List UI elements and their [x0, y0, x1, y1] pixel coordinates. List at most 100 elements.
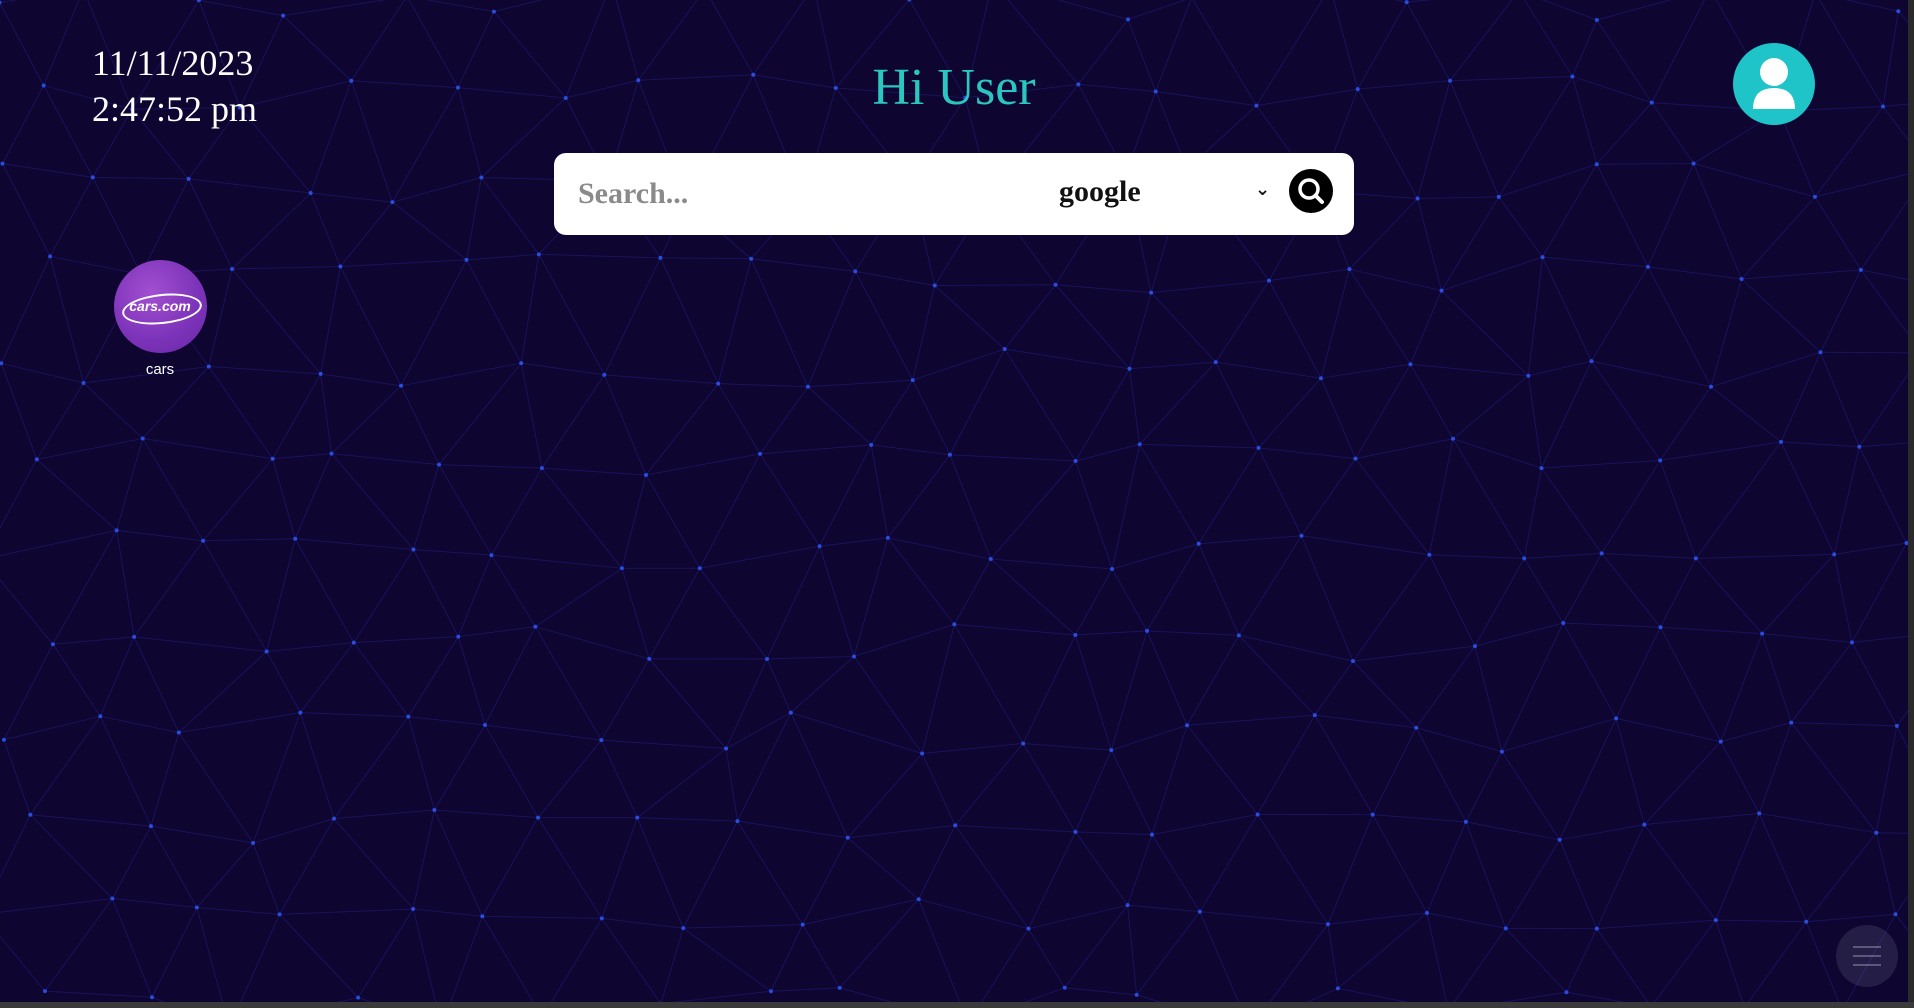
- mesh-node: [1599, 551, 1604, 556]
- mesh-line: [30, 814, 152, 827]
- mesh-node: [148, 824, 153, 829]
- mesh-node: [456, 634, 461, 639]
- mesh-line: [484, 626, 536, 726]
- mesh-line: [1198, 535, 1302, 545]
- vertical-scrollbar[interactable]: [1908, 0, 1914, 1008]
- mesh-line: [481, 817, 539, 917]
- mesh-node: [436, 462, 441, 467]
- mesh-line: [1615, 718, 1645, 825]
- mesh-line: [357, 908, 414, 998]
- mesh-node: [1594, 18, 1599, 23]
- mesh-line: [266, 538, 296, 652]
- shortcut-cars[interactable]: cars.com cars: [110, 260, 210, 378]
- search-input[interactable]: [576, 167, 1010, 221]
- mesh-line: [1715, 919, 1807, 923]
- mesh-line: [737, 712, 792, 822]
- mesh-line: [1741, 278, 1821, 353]
- search-button[interactable]: [1289, 169, 1333, 213]
- mesh-node: [1739, 277, 1744, 282]
- mesh-node: [1760, 631, 1765, 636]
- mesh-node: [176, 730, 181, 735]
- mesh-line: [491, 467, 543, 556]
- mesh-line: [1372, 727, 1417, 815]
- mesh-line: [1559, 824, 1645, 841]
- mesh-node: [1353, 456, 1358, 461]
- mesh-node: [1196, 541, 1201, 546]
- mesh-line: [921, 624, 955, 754]
- mesh-line: [759, 386, 809, 455]
- mesh-line: [1833, 446, 1860, 555]
- mesh-line: [660, 928, 684, 1004]
- mesh-line: [208, 365, 321, 375]
- mesh-line: [150, 825, 198, 908]
- mesh-line: [52, 643, 101, 717]
- user-avatar-icon: [1753, 58, 1795, 109]
- mesh-node: [186, 176, 191, 181]
- mesh-line: [1199, 911, 1242, 1008]
- mesh-node: [851, 654, 856, 659]
- mesh-line: [1110, 630, 1148, 751]
- mesh-line: [1820, 352, 1860, 447]
- mesh-line: [847, 837, 920, 900]
- hamburger-menu-icon[interactable]: [1836, 925, 1898, 987]
- mesh-line: [1074, 568, 1113, 636]
- mesh-node: [788, 710, 793, 715]
- mesh-node: [735, 819, 740, 824]
- mesh-node: [1496, 194, 1501, 199]
- mesh-line: [1449, 928, 1507, 1008]
- mesh-line: [766, 545, 821, 660]
- mesh-line: [44, 898, 113, 992]
- mesh-line: [231, 268, 322, 375]
- mesh-node: [1325, 922, 1330, 927]
- mesh-node: [1213, 360, 1218, 365]
- mesh-line: [413, 549, 459, 637]
- mesh-line: [1023, 742, 1112, 751]
- mesh-line: [1199, 814, 1259, 912]
- mesh-line: [1858, 446, 1907, 544]
- mesh-line: [1215, 361, 1322, 379]
- search-engine-select[interactable]: google ⌄: [1059, 171, 1270, 217]
- mesh-node: [1594, 162, 1599, 167]
- mesh-line: [331, 385, 402, 454]
- shortcut-logo-text: cars.com: [129, 298, 191, 314]
- mesh-line: [807, 379, 913, 388]
- mesh-line: [767, 655, 855, 660]
- mesh-line: [0, 0, 19, 3]
- mesh-line: [1647, 163, 1695, 268]
- mesh-line: [202, 540, 268, 652]
- mesh-line: [320, 266, 341, 374]
- mesh-line: [1349, 268, 1442, 292]
- mesh-node: [988, 557, 993, 562]
- mesh-line: [1858, 363, 1914, 448]
- mesh-node: [1557, 837, 1562, 842]
- mesh-line: [1591, 360, 1661, 461]
- mesh-line: [1833, 554, 1853, 643]
- mesh-line: [1352, 554, 1430, 662]
- mesh-line: [150, 732, 180, 827]
- mesh-line: [1075, 443, 1140, 462]
- mesh-node: [483, 723, 488, 728]
- mesh-node: [1021, 741, 1026, 746]
- mesh-line: [1151, 813, 1258, 836]
- mesh-line: [0, 935, 46, 992]
- mesh-line: [1264, 923, 1329, 1008]
- mesh-node: [1658, 458, 1663, 463]
- mesh-line: [408, 716, 486, 726]
- mesh-node: [1526, 373, 1531, 378]
- mesh-node: [1832, 552, 1837, 557]
- mesh-line: [1428, 554, 1476, 647]
- mesh-line: [111, 898, 153, 998]
- mesh-node: [1073, 633, 1078, 638]
- cars-com-logo-icon: cars.com: [113, 260, 207, 353]
- mesh-line: [2, 163, 51, 257]
- mesh-line: [1596, 824, 1645, 929]
- mesh-node: [432, 808, 437, 813]
- user-avatar-button[interactable]: [1733, 43, 1815, 125]
- mesh-line: [1596, 163, 1694, 165]
- mesh-node: [1564, 990, 1569, 995]
- mesh-line: [99, 636, 135, 717]
- mesh-node: [1779, 439, 1784, 444]
- mesh-node: [491, 9, 496, 14]
- mesh-node: [1424, 910, 1429, 915]
- mesh-line: [1758, 722, 1792, 814]
